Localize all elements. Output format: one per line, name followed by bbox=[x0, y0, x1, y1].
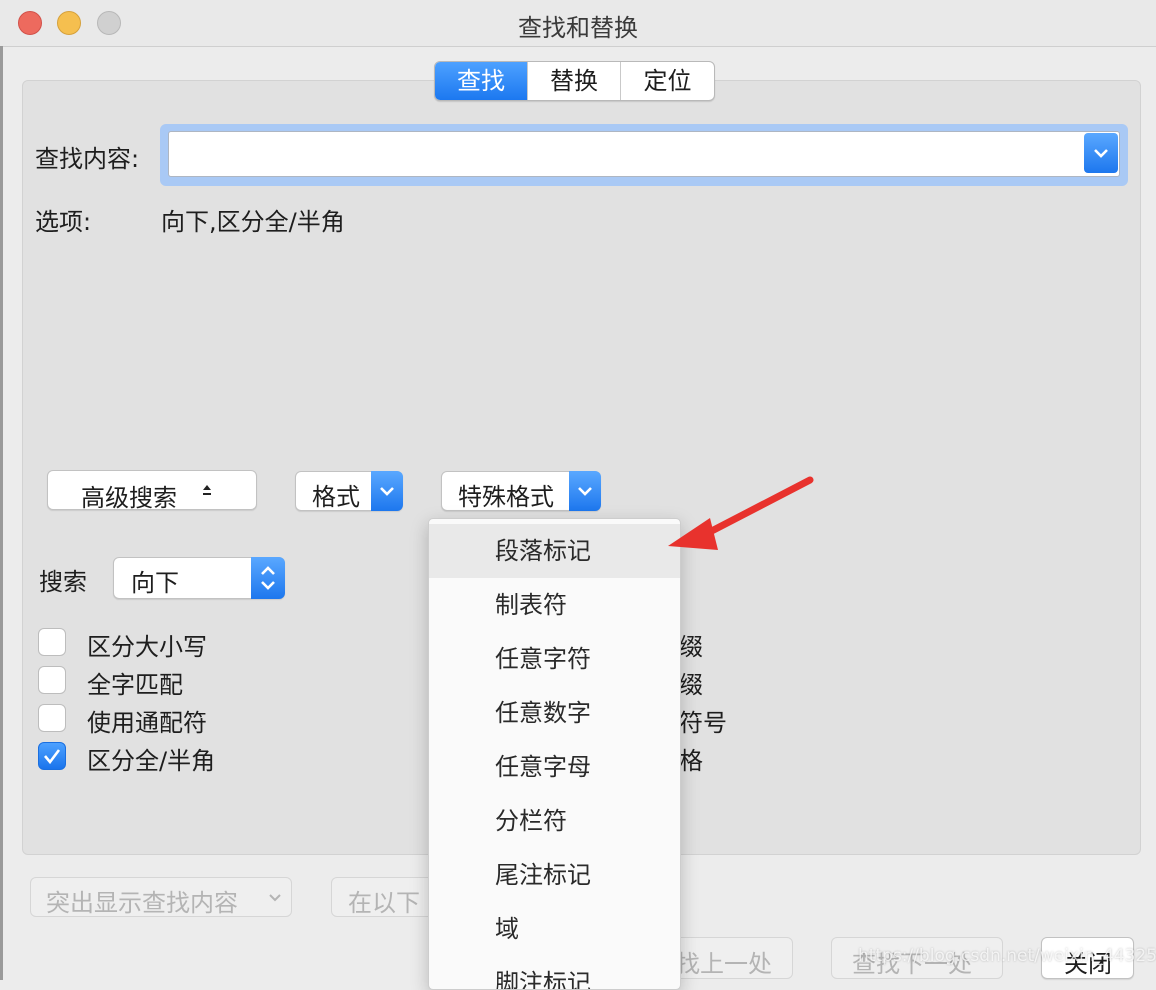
search-direction-label: 搜索 bbox=[39, 568, 87, 596]
special-format-menu: 段落标记 制表符 任意字符 任意数字 任意字母 分栏符 尾注标记 域 脚注标记 bbox=[428, 518, 681, 990]
window-title: 查找和替换 bbox=[518, 14, 638, 42]
highlight-matches-button[interactable]: 突出显示查找内容 bbox=[30, 877, 292, 917]
advanced-search-label: 高级搜索 bbox=[81, 484, 177, 512]
tab-find[interactable]: 查找 bbox=[435, 62, 528, 100]
window-edge bbox=[0, 46, 3, 980]
chevron-down-icon bbox=[1094, 149, 1108, 158]
chevron-down-icon bbox=[269, 894, 281, 902]
menu-item-column-break[interactable]: 分栏符 bbox=[429, 794, 680, 848]
find-history-dropdown[interactable] bbox=[1084, 133, 1118, 173]
menu-item-paragraph-mark[interactable]: 段落标记 bbox=[429, 524, 680, 578]
search-direction-value: 向下 bbox=[131, 569, 179, 597]
tab-goto[interactable]: 定位 bbox=[621, 62, 714, 100]
tab-bar: 查找 替换 定位 bbox=[434, 61, 715, 101]
menu-item-any-letter[interactable]: 任意字母 bbox=[429, 740, 680, 794]
collapse-arrows-icon bbox=[203, 485, 211, 495]
menu-item-tab[interactable]: 制表符 bbox=[429, 578, 680, 632]
options-label: 选项: bbox=[35, 208, 92, 236]
format-label: 格式 bbox=[312, 483, 360, 511]
menu-item-any-digit[interactable]: 任意数字 bbox=[429, 686, 680, 740]
match-width-label: 区分全/半角 bbox=[87, 747, 216, 775]
highlight-matches-label: 突出显示查找内容 bbox=[46, 889, 238, 917]
find-label: 查找内容: bbox=[35, 145, 140, 173]
menu-item-endnote-mark[interactable]: 尾注标记 bbox=[429, 848, 680, 902]
format-button[interactable]: 格式 bbox=[295, 471, 403, 511]
match-case-label: 区分大小写 bbox=[87, 633, 207, 661]
find-previous-label: 找上一处 bbox=[676, 950, 772, 978]
format-dropdown-arrow bbox=[371, 471, 403, 511]
wildcards-label: 使用通配符 bbox=[87, 709, 207, 737]
find-input[interactable] bbox=[168, 131, 1120, 177]
find-in-button[interactable]: 在以下 bbox=[331, 877, 441, 917]
special-format-label: 特殊格式 bbox=[458, 483, 554, 511]
tab-replace[interactable]: 替换 bbox=[528, 62, 621, 100]
menu-item-footnote-mark[interactable]: 脚注标记 bbox=[429, 956, 680, 989]
menu-item-field[interactable]: 域 bbox=[429, 902, 680, 956]
match-width-checkbox[interactable] bbox=[38, 742, 66, 770]
watermark: https://blog.csdn.net/weixin_44325660 bbox=[858, 946, 1156, 966]
advanced-search-button[interactable]: 高级搜索 bbox=[47, 470, 257, 512]
special-format-dropdown-arrow bbox=[569, 471, 601, 511]
search-direction-stepper bbox=[251, 557, 285, 599]
chevron-down-icon bbox=[380, 487, 394, 496]
find-in-label: 在以下 bbox=[348, 889, 420, 917]
search-direction-select[interactable]: 向下 bbox=[113, 557, 285, 599]
chevron-down-icon bbox=[578, 487, 592, 496]
menu-item-any-character[interactable]: 任意字符 bbox=[429, 632, 680, 686]
annotation-arrow-icon bbox=[668, 476, 814, 550]
wildcards-checkbox[interactable] bbox=[38, 704, 66, 732]
special-format-button[interactable]: 特殊格式 bbox=[441, 471, 601, 511]
whole-word-label: 全字匹配 bbox=[87, 671, 183, 699]
up-down-chevron-icon bbox=[261, 566, 275, 590]
options-value: 向下,区分全/半角 bbox=[161, 208, 345, 236]
whole-word-checkbox[interactable] bbox=[38, 666, 66, 694]
match-case-checkbox[interactable] bbox=[38, 628, 66, 656]
checkmark-icon bbox=[44, 749, 61, 765]
